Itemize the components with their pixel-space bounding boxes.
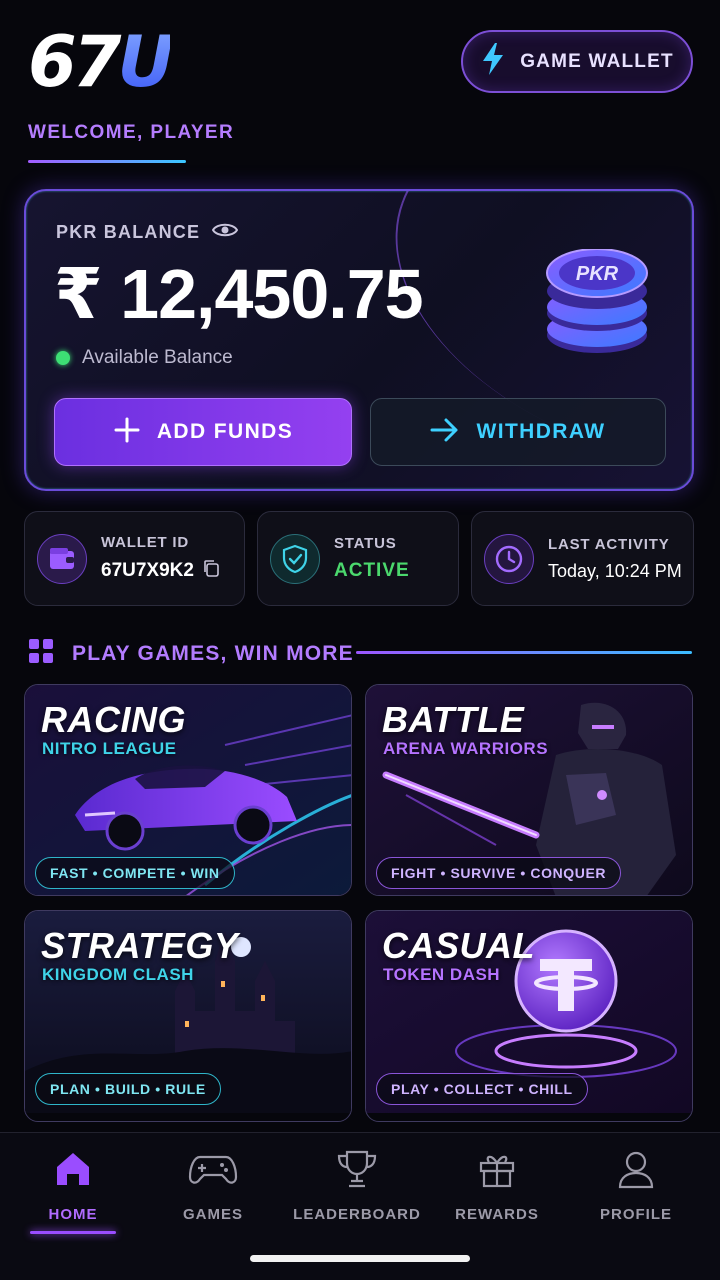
gamepad-icon xyxy=(188,1149,238,1194)
game-tags-strategy: PLAN • BUILD • RULE xyxy=(35,1073,221,1105)
game-title-strategy: STRATEGY xyxy=(41,925,239,966)
add-funds-label: ADD FUNDS xyxy=(156,420,294,443)
shield-check-icon xyxy=(270,533,320,584)
game-title-racing: RACING xyxy=(41,699,186,740)
gift-icon xyxy=(477,1149,517,1194)
active-nav-indicator xyxy=(30,1231,116,1234)
game-tags-casual: PLAY • COLLECT • CHILL xyxy=(376,1073,588,1105)
wallet-id-value: 67U7X9K2 xyxy=(101,560,194,581)
status-tile: STATUS ACTIVE xyxy=(257,511,459,606)
nav-item-home[interactable]: HOME xyxy=(3,1149,143,1223)
welcome-underline xyxy=(28,160,186,163)
arrow-right-icon xyxy=(430,417,460,448)
clock-icon xyxy=(484,533,534,584)
eye-icon[interactable] xyxy=(212,221,239,244)
nav-item-leaderboard[interactable]: LEADERBOARD xyxy=(287,1149,427,1223)
balance-card: PKR BALANCE ₹ 12,450.75 Available Balanc… xyxy=(24,189,694,491)
welcome-text: WELCOME, PLAYER xyxy=(28,122,235,143)
balance-label: PKR BALANCE xyxy=(56,222,201,242)
game-wallet-button[interactable]: GAME WALLET xyxy=(461,30,693,93)
coin-label: PKR xyxy=(576,263,619,285)
game-subtitle-racing: NITRO LEAGUE xyxy=(42,739,177,758)
nav-label-leaderboard: LEADERBOARD xyxy=(293,1206,421,1223)
wallet-icon xyxy=(37,533,87,584)
withdraw-button[interactable]: WITHDRAW xyxy=(370,398,666,466)
game-card-casual[interactable]: CASUAL TOKEN DASH PLAY • COLLECT • CHILL xyxy=(365,910,693,1122)
last-activity-tile: LAST ACTIVITY Today, 10:24 PM xyxy=(471,511,694,606)
game-card-racing[interactable]: RACING NITRO LEAGUE FAST • COMPETE • WIN xyxy=(24,684,352,896)
wallet-id-title: WALLET ID xyxy=(101,534,190,551)
balance-amount: ₹ 12,450.75 xyxy=(54,255,424,333)
wallet-id-tile: WALLET ID 67U7X9K2 xyxy=(24,511,245,606)
games-section-title: PLAY GAMES, WIN MORE xyxy=(72,641,354,665)
balance-label-row: PKR BALANCE xyxy=(56,221,239,244)
game-subtitle-battle: ARENA WARRIORS xyxy=(383,739,549,758)
games-section-header: PLAY GAMES, WIN MORE xyxy=(28,638,354,669)
last-activity-value: Today, 10:24 PM xyxy=(548,560,682,581)
nav-item-games[interactable]: GAMES xyxy=(143,1149,283,1223)
game-subtitle-strategy: KINGDOM CLASH xyxy=(42,965,194,984)
status-title: STATUS xyxy=(334,535,397,552)
home-icon xyxy=(53,1149,93,1194)
grid-icon xyxy=(28,638,54,669)
section-divider xyxy=(356,651,692,654)
last-activity-title: LAST ACTIVITY xyxy=(548,535,670,553)
app-logo: 67 U xyxy=(28,21,174,103)
game-title-battle: BATTLE xyxy=(382,699,525,740)
lightning-icon xyxy=(480,42,506,81)
status-value: ACTIVE xyxy=(334,560,410,581)
status-dot xyxy=(56,351,70,365)
nav-label-home: HOME xyxy=(48,1206,98,1223)
available-balance-row: Available Balance xyxy=(56,347,233,369)
withdraw-label: WITHDRAW xyxy=(476,420,606,443)
game-tags-battle: FIGHT • SURVIVE • CONQUER xyxy=(376,857,622,889)
trophy-icon xyxy=(335,1149,379,1194)
nav-item-profile[interactable]: PROFILE xyxy=(566,1149,706,1223)
nav-label-games: GAMES xyxy=(182,1206,243,1223)
game-card-strategy[interactable]: STRATEGY KINGDOM CLASH PLAN • BUILD • RU… xyxy=(24,910,352,1122)
add-funds-button[interactable]: ADD FUNDS xyxy=(54,398,352,466)
home-indicator-bar[interactable] xyxy=(250,1255,470,1262)
game-card-battle[interactable]: BATTLE ARENA WARRIORS FIGHT • SURVIVE • … xyxy=(365,684,693,896)
nav-label-rewards: REWARDS xyxy=(455,1206,539,1223)
available-balance-label: Available Balance xyxy=(82,347,233,368)
game-tags-racing: FAST • COMPETE • WIN xyxy=(35,857,235,889)
nav-item-rewards[interactable]: REWARDS xyxy=(427,1149,567,1223)
user-icon xyxy=(616,1149,656,1194)
logo-number: 67 xyxy=(28,21,121,103)
nav-label-profile: PROFILE xyxy=(599,1206,672,1223)
game-title-casual: CASUAL xyxy=(382,925,535,966)
logo-letter: U xyxy=(117,21,174,103)
game-subtitle-casual: TOKEN DASH xyxy=(383,965,501,984)
game-wallet-label: GAME WALLET xyxy=(520,50,674,72)
copy-icon[interactable] xyxy=(202,559,220,583)
plus-icon xyxy=(113,416,141,449)
pkr-coins-icon: PKR xyxy=(542,248,652,359)
